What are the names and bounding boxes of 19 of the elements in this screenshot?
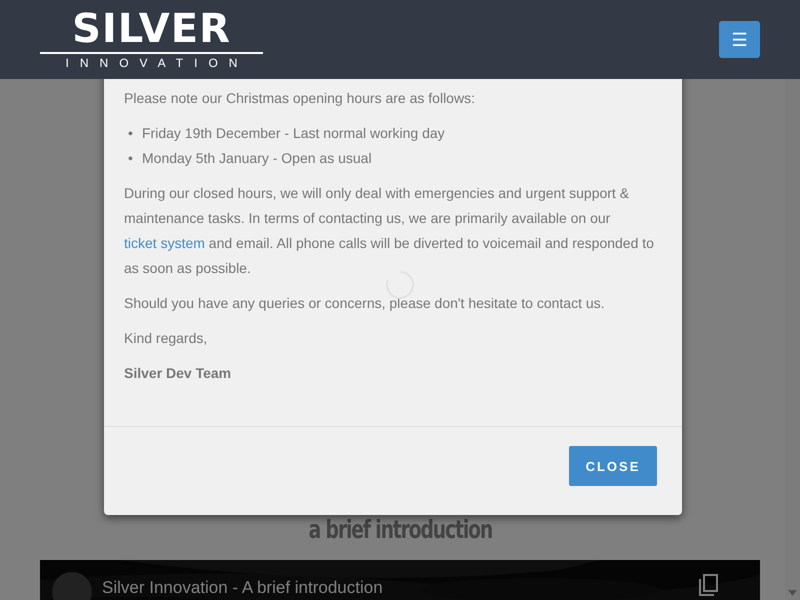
ticket-system-link[interactable]: ticket system [124,235,205,251]
signature-text: Silver Dev Team [124,364,232,383]
logo-tagline: INNOVATION [66,56,248,70]
list-item: Friday 19th December - Last normal working day [142,124,445,143]
scroll-down-icon[interactable] [788,590,797,596]
list-item: Monday 5th January - Open as usual [142,149,372,168]
logo-wordmark: SILVER [72,9,231,49]
video-player[interactable]: Silver Innovation - A brief introduction [40,560,760,600]
closing-text: Kind regards, [124,329,208,348]
bullet: • [128,124,134,143]
bullet: • [128,149,134,168]
queries-text: Should you have any queries or concerns, please don't hesitate to contact us. [124,294,606,313]
menu-button[interactable]: ☰ [719,21,760,58]
logo[interactable]: SILVER INNOVATION [40,9,263,70]
body-paragraph: During our closed hours, we will only deal with emergencies and urgent support & maintenance tasks. In terms of contacting us, we are primarily available on our ticket system and email. All phone calls will be diverted to voicemail and responded to as soon as possible. [124,184,655,278]
copy-icon[interactable] [698,573,720,597]
intro-text: Please note our Christmas opening hours are as follows: [124,89,476,108]
section-heading: a brief introduction [308,514,492,546]
close-button[interactable]: CLOSE [569,446,657,486]
